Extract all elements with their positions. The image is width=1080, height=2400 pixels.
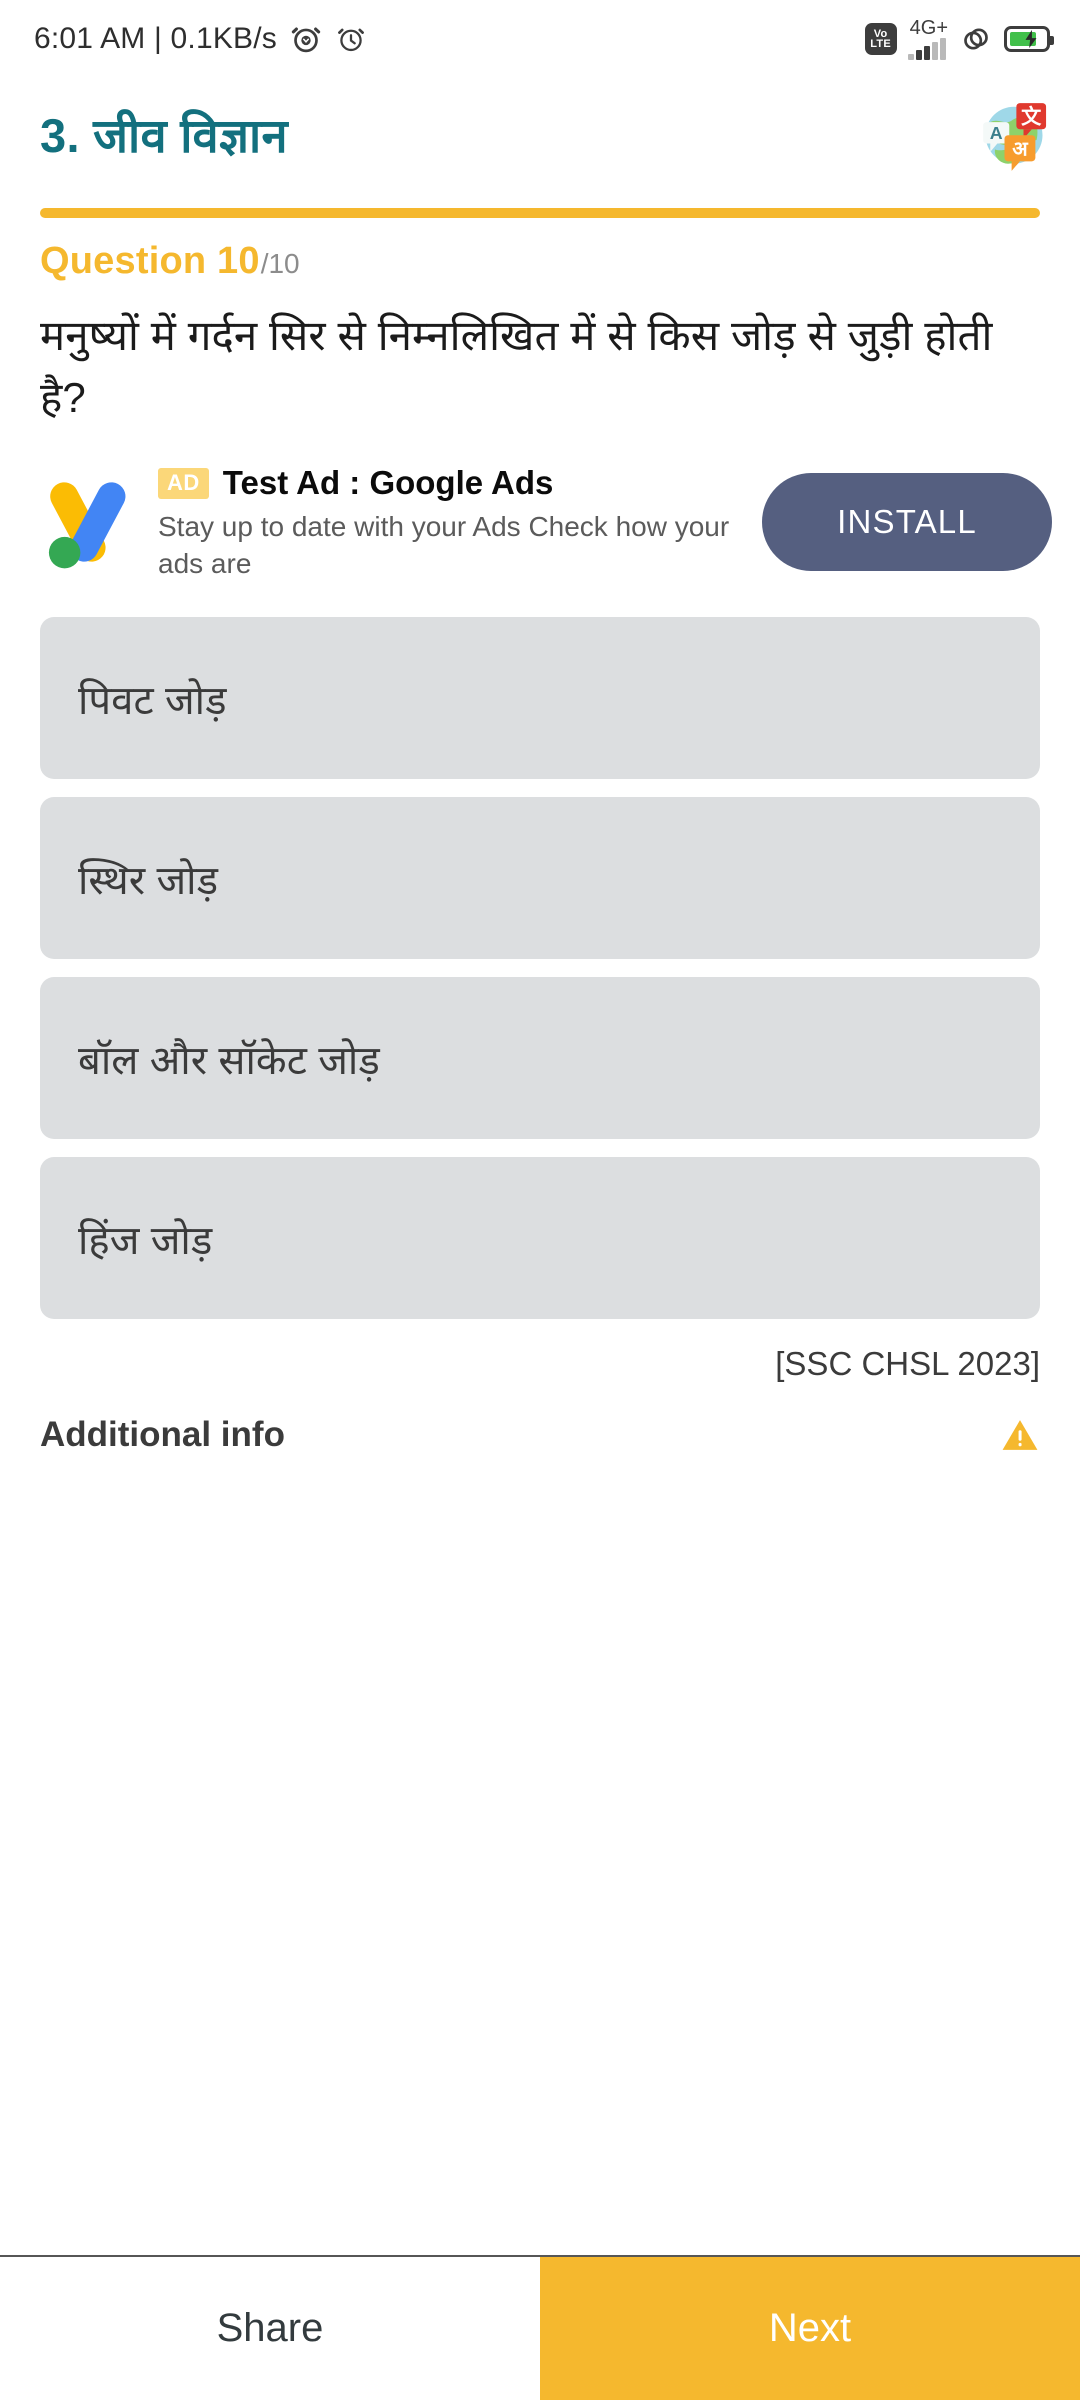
volte-icon: Vo LTE — [864, 23, 897, 55]
signal-bars-icon — [907, 37, 946, 60]
answer-options-list: पिवट जोड़ स्थिर जोड़ बॉल और सॉकेट जोड़ ह… — [0, 587, 1080, 1319]
ad-title: Test Ad : Google Ads — [222, 464, 554, 501]
quiz-progress — [0, 190, 1080, 218]
clock-icon — [338, 28, 364, 52]
svg-text:A: A — [990, 123, 1003, 143]
question-counter: Question 10 /10 — [0, 218, 1080, 283]
ad-banner[interactable]: AD Test Ad : Google Ads Stay up to date … — [34, 457, 1052, 587]
warning-triangle-icon[interactable] — [1000, 1416, 1040, 1454]
svg-text:अ: अ — [1012, 136, 1029, 160]
ad-badge: AD — [158, 467, 209, 499]
quiz-screen: 6:01 AM | 0.1KB/s Vo LTE 4G+ 3. जीव विज्… — [0, 0, 1080, 2400]
ad-description: Stay up to date with your Ads Check how … — [158, 511, 730, 579]
answer-option[interactable]: हिंज जोड़ — [40, 1157, 1040, 1319]
ad-body: AD Test Ad : Google Ads Stay up to date … — [158, 462, 744, 582]
bottom-action-bar: Share Next — [0, 2255, 1080, 2400]
google-ads-logo-icon — [48, 482, 126, 569]
question-text: मनुष्यों में गर्दन सिर से निम्नलिखित में… — [40, 312, 993, 421]
alarm-clock-icon — [291, 27, 321, 53]
progress-track — [40, 208, 1040, 218]
question-source: [SSC CHSL 2023] — [775, 1345, 1040, 1382]
status-bar: 6:01 AM | 0.1KB/s Vo LTE 4G+ — [0, 0, 1080, 78]
svg-text:文: 文 — [1021, 104, 1042, 128]
answer-option[interactable]: स्थिर जोड़ — [40, 797, 1040, 959]
status-bar-right: Vo LTE 4G+ — [864, 16, 1054, 60]
status-bar-left: 6:01 AM | 0.1KB/s — [34, 22, 367, 56]
network-label: 4G+ — [909, 16, 948, 39]
battery-charging-icon — [1004, 26, 1054, 52]
sync-circle-icon — [964, 28, 988, 50]
translate-globe-icon[interactable]: A 文 अ — [976, 96, 1052, 172]
question-number-label: Question 10 — [40, 240, 260, 282]
additional-info-row[interactable]: Additional info — [0, 1383, 1080, 1455]
additional-info-label: Additional info — [40, 1415, 285, 1454]
network-indicator: 4G+ — [907, 16, 948, 60]
volte-bottom-text: LTE — [870, 38, 892, 50]
share-button[interactable]: Share — [0, 2257, 540, 2400]
answer-option[interactable]: पिवट जोड़ — [40, 617, 1040, 779]
progress-fill — [40, 208, 1040, 218]
ad-title-row: AD Test Ad : Google Ads — [158, 464, 744, 502]
answer-option[interactable]: बॉल और सॉकेट जोड़ — [40, 977, 1040, 1139]
question-total-label: /10 — [260, 248, 300, 279]
app-header: 3. जीव विज्ञान A 文 अ — [0, 78, 1080, 190]
status-clock-text: 6:01 AM | 0.1KB/s — [34, 22, 277, 55]
next-button[interactable]: Next — [540, 2257, 1080, 2400]
ad-install-button[interactable]: INSTALL — [762, 473, 1052, 571]
page-title: 3. जीव विज्ञान — [40, 109, 288, 162]
